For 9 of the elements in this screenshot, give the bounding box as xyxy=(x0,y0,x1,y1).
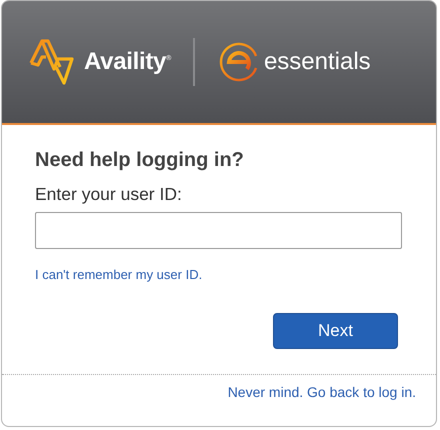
user-id-field[interactable] xyxy=(35,212,402,249)
field-label: Enter your user ID: xyxy=(35,184,183,205)
forgot-id-link[interactable]: I can't remember my user ID. xyxy=(35,267,202,282)
product-name: essentials xyxy=(264,48,371,76)
next-button[interactable]: Next xyxy=(273,313,398,349)
circle-e-logo-icon xyxy=(218,42,259,82)
brand-name: Availity$^{®}$ xyxy=(84,48,171,76)
back-to-login-link[interactable]: Never mind. Go back to log in. xyxy=(228,384,416,400)
form-title: Need help logging in? xyxy=(35,149,245,172)
